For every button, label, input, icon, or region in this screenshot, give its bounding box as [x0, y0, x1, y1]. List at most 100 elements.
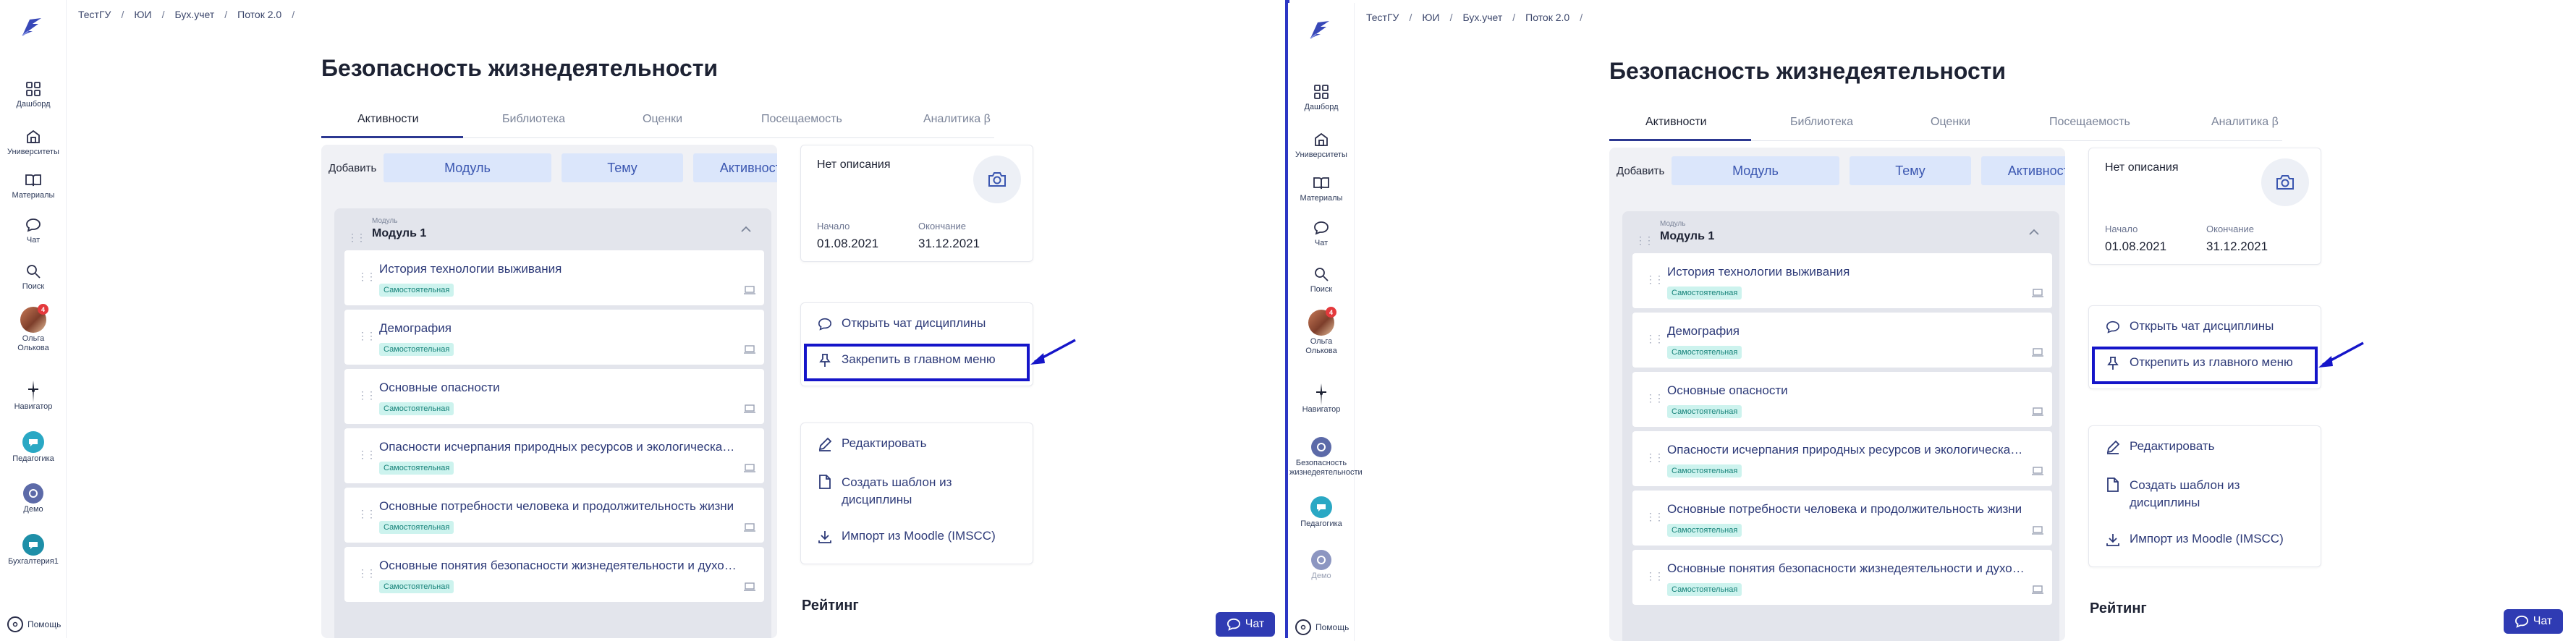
nav-universities[interactable]: Университеты — [1288, 130, 1355, 160]
lesson-item[interactable]: ⋮⋮ Основные понятия безопасности жизнедея… — [344, 547, 764, 602]
nav-materials[interactable]: Материалы — [1288, 174, 1355, 203]
edit-button[interactable]: Редактировать — [817, 436, 926, 452]
lesson-type-tag: Самостоятельная — [1667, 346, 1742, 359]
drag-handle-icon[interactable]: ⋮⋮ — [1645, 392, 1664, 404]
drag-handle-icon[interactable]: ⋮⋮ — [1645, 511, 1664, 523]
lesson-item[interactable]: ⋮⋮ Основные опасности Самостоятельная — [344, 369, 764, 424]
create-template-button[interactable]: Создать шаблон из дисциплины — [2105, 477, 2279, 511]
breadcrumb-item[interactable]: Бух.учет — [174, 9, 214, 20]
chat-fab-button[interactable]: Чат — [1216, 612, 1275, 637]
nav-universities[interactable]: Университеты — [0, 127, 67, 157]
drag-handle-icon[interactable]: ⋮⋮ — [1645, 570, 1664, 582]
create-template-button[interactable]: Создать шаблон из дисциплины — [817, 474, 991, 509]
drag-handle-icon[interactable]: ⋮⋮ — [357, 389, 376, 402]
drag-handle-icon[interactable]: ⋮⋮ — [357, 449, 376, 461]
tab-grades[interactable]: Оценки — [1931, 116, 1970, 129]
nav-pedagogy[interactable]: Педагогика — [1288, 496, 1355, 529]
lesson-item[interactable]: ⋮⋮ История технологии выживания Самостояте… — [344, 250, 764, 305]
app-logo[interactable] — [1307, 17, 1333, 43]
import-moodle-button[interactable]: Импорт из Moodle (IMSCC) — [817, 529, 996, 545]
open-chat-button[interactable]: Открыть чат дисциплины — [2105, 319, 2274, 335]
lesson-item[interactable]: ⋮⋮ История технологии выживания Самостояте… — [1632, 253, 2052, 308]
chat-fab-button[interactable]: Чат — [2504, 609, 2563, 634]
activities-panel: Добавить Модуль Тему Активность ⋮⋮ Модул… — [1609, 148, 2065, 641]
add-module-button[interactable]: Модуль — [1672, 156, 1839, 185]
chevron-up-icon[interactable] — [2026, 224, 2042, 240]
breadcrumb-item[interactable]: ТестГУ — [1366, 12, 1399, 23]
drag-handle-icon[interactable]: ⋮⋮ — [357, 567, 376, 580]
tab-analytics[interactable]: Аналитика β — [2211, 116, 2279, 129]
nav-accounting[interactable]: Бухгалтерия1 — [0, 534, 67, 566]
drag-handle-icon[interactable]: ⋮⋮ — [1645, 451, 1664, 464]
camera-icon[interactable] — [973, 156, 1021, 203]
building-icon — [1312, 130, 1331, 149]
tab-attendance[interactable]: Посещаемость — [761, 113, 842, 126]
drag-handle-icon[interactable]: ⋮⋮ — [357, 508, 376, 520]
nav-dashboard[interactable]: Дашборд — [0, 80, 67, 109]
tab-attendance[interactable]: Посещаемость — [2049, 116, 2130, 129]
add-activity-button[interactable]: Активность — [693, 153, 777, 182]
breadcrumb-item[interactable]: Поток 2.0 — [1525, 12, 1569, 23]
tab-activities[interactable]: Активности — [1645, 116, 1707, 129]
drag-handle-icon[interactable]: ⋮⋮ — [357, 271, 376, 283]
lesson-item[interactable]: ⋮⋮ Основные потребности человека и продол… — [1632, 491, 2052, 546]
camera-icon[interactable] — [2261, 158, 2309, 206]
tab-bar: Активности Библиотека Оценки Посещаемост… — [321, 107, 994, 138]
add-activity-button[interactable]: Активность — [1981, 156, 2065, 185]
drag-handle-icon[interactable]: ⋮⋮ — [357, 330, 376, 342]
nav-materials[interactable]: Материалы — [0, 171, 67, 200]
lesson-item[interactable]: ⋮⋮ Основные опасности Самостоятельная — [1632, 372, 2052, 427]
module-title: Модуль 1 — [1660, 230, 1715, 242]
add-topic-button[interactable]: Тему — [1850, 156, 1971, 185]
open-chat-button[interactable]: Открыть чат дисциплины — [817, 316, 986, 332]
lesson-item[interactable]: ⋮⋮ Опасности исчерпания природных ресурсо… — [1632, 431, 2052, 486]
nav-demo[interactable]: Демо — [1288, 550, 1355, 581]
breadcrumb-item[interactable]: ЮИ — [134, 9, 151, 20]
edit-button[interactable]: Редактировать — [2105, 439, 2214, 455]
tab-analytics[interactable]: Аналитика β — [923, 113, 991, 126]
lesson-item[interactable]: ⋮⋮ Опасности исчерпания природных ресурсо… — [344, 428, 764, 483]
lesson-item[interactable]: ⋮⋮ Демография Самостоятельная — [1632, 313, 2052, 368]
nav-chat[interactable]: Чат — [0, 216, 67, 245]
drag-handle-icon[interactable]: ⋮⋮ — [1645, 333, 1664, 345]
nav-user[interactable]: 4 Ольга Олькова — [0, 304, 67, 353]
add-topic-button[interactable]: Тему — [562, 153, 683, 182]
nav-pedagogy[interactable]: Педагогика — [0, 431, 67, 464]
lesson-item[interactable]: ⋮⋮ Основные понятия безопасности жизнедея… — [1632, 550, 2052, 605]
chevron-up-icon[interactable] — [738, 221, 754, 237]
drag-handle-icon[interactable]: ⋮⋮ — [1645, 273, 1664, 286]
chat-fab-label: Чат — [1245, 618, 1265, 630]
lesson-item[interactable]: ⋮⋮ Основные потребности человека и продол… — [344, 488, 764, 543]
nav-demo[interactable]: Демо — [0, 483, 67, 514]
nav-navigator[interactable]: Навигатор — [0, 381, 67, 412]
download-icon — [817, 529, 833, 545]
nav-search[interactable]: Поиск — [0, 262, 67, 292]
nav-chat[interactable]: Чат — [1288, 218, 1355, 248]
rating-heading: Рейтинг — [2090, 600, 2147, 616]
tab-grades[interactable]: Оценки — [643, 113, 682, 126]
breadcrumb-item[interactable]: Бух.учет — [1462, 12, 1502, 23]
rating-heading: Рейтинг — [802, 598, 859, 614]
help-button[interactable]: Помощь — [1295, 619, 1349, 635]
course-avatar — [1311, 437, 1331, 457]
drag-handle-icon[interactable]: ⋮⋮ — [347, 232, 366, 244]
app-logo[interactable] — [19, 14, 45, 41]
add-module-button[interactable]: Модуль — [384, 153, 551, 182]
nav-dashboard[interactable]: Дашборд — [1288, 82, 1355, 112]
drag-handle-icon[interactable]: ⋮⋮ — [1635, 234, 1654, 247]
lesson-item[interactable]: ⋮⋮ Демография Самостоятельная — [344, 310, 764, 365]
breadcrumb-item[interactable]: ЮИ — [1422, 12, 1439, 23]
tab-library[interactable]: Библиотека — [502, 113, 565, 126]
import-moodle-button[interactable]: Импорт из Moodle (IMSCC) — [2105, 532, 2284, 548]
tab-activities[interactable]: Активности — [357, 113, 419, 126]
nav-search[interactable]: Поиск — [1288, 265, 1355, 294]
end-date-label: Окончание — [918, 221, 967, 232]
nav-user[interactable]: 4 Ольга Олькова — [1288, 307, 1355, 356]
tab-library[interactable]: Библиотека — [1790, 116, 1853, 129]
breadcrumb-item[interactable]: Поток 2.0 — [237, 9, 281, 20]
manage-actions-card: Редактировать Создать шаблон из дисципли… — [800, 423, 1033, 564]
nav-pinned-course[interactable]: Безопасность жизнедеятельности — [1288, 437, 1363, 477]
help-button[interactable]: Помощь — [7, 616, 61, 632]
nav-navigator[interactable]: Навигатор — [1288, 383, 1355, 415]
breadcrumb-item[interactable]: ТестГУ — [78, 9, 111, 20]
